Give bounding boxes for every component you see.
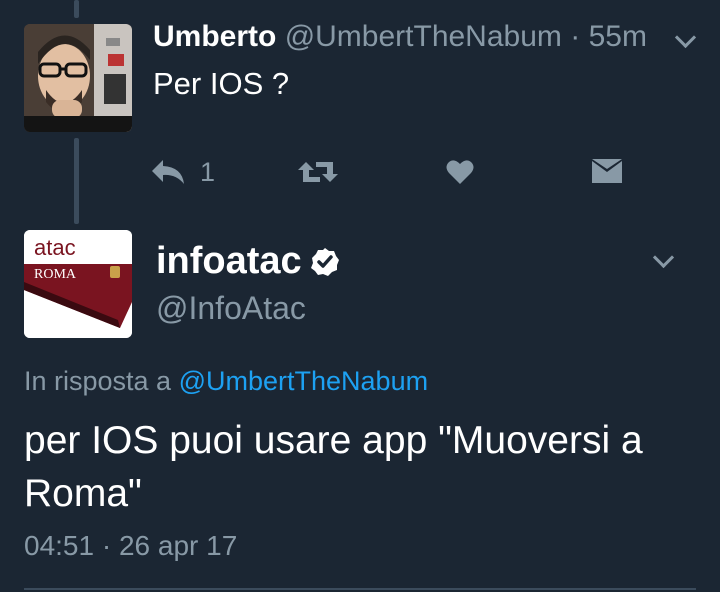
tweet1-text: Per IOS ?	[153, 66, 290, 101]
heart-icon	[446, 160, 474, 184]
tweet2-timestamp: 04:51 · 26 apr 17	[24, 530, 238, 561]
reply-context: In risposta a @UmbertTheNabum	[24, 366, 428, 397]
reply-prefix: In risposta a	[24, 366, 172, 396]
tweet1-author-handle[interactable]: @UmbertTheNabum	[285, 20, 562, 53]
direct-message-button[interactable]	[592, 152, 622, 192]
direct-message-icon	[592, 159, 622, 183]
infoatac-avatar[interactable]: atac ROMA	[24, 230, 132, 338]
reply-count: 1	[200, 156, 216, 187]
retweet-icon	[298, 162, 338, 182]
thread-line-middle	[74, 138, 79, 224]
chevron-down-icon[interactable]	[674, 26, 697, 49]
thread-line-top	[74, 0, 79, 18]
tweet1-header: Umberto @UmbertTheNabum · 55m	[153, 20, 647, 54]
like-button[interactable]	[446, 152, 474, 192]
tweet2-author-handle[interactable]: @InfoAtac	[156, 290, 306, 327]
reply-button[interactable]: 1	[150, 152, 215, 192]
umberto-avatar[interactable]	[24, 24, 132, 132]
tweet2-author-name-row[interactable]: infoatac	[156, 240, 340, 283]
divider	[24, 588, 696, 590]
tweet2-author-name[interactable]: infoatac	[156, 240, 302, 283]
tweet1-separator: ·	[570, 20, 581, 53]
atac-logo-text: atac	[34, 235, 76, 260]
reply-icon	[152, 160, 184, 184]
chevron-down-icon[interactable]	[652, 246, 675, 269]
tweet2-text: per IOS puoi usare app "Muoversi a Roma"	[24, 419, 643, 515]
tweet1-time: 55m	[588, 20, 647, 53]
retweet-button[interactable]	[298, 152, 338, 192]
tweet1-actions: 1	[150, 152, 630, 192]
reply-mention-link[interactable]: @UmbertTheNabum	[179, 366, 429, 396]
verified-badge-icon	[310, 247, 339, 276]
atac-logo-roma: ROMA	[34, 267, 77, 282]
tweet1-author-name[interactable]: Umberto	[153, 20, 276, 53]
